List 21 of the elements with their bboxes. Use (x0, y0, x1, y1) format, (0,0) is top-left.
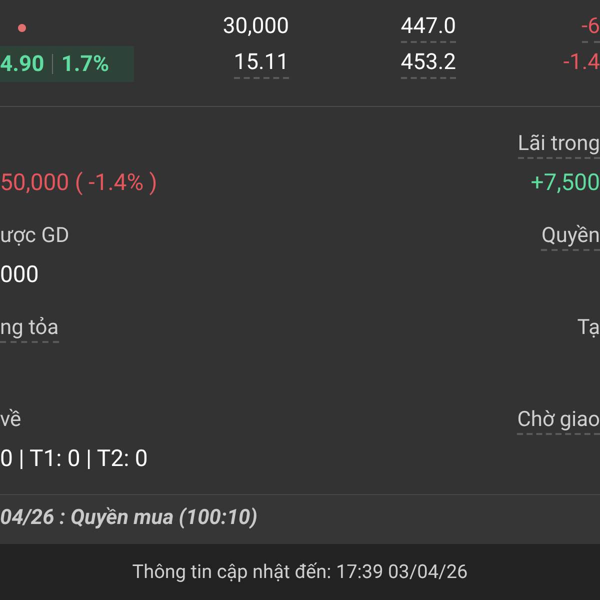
quote-value: 15.11 (234, 49, 289, 79)
quote-value: 447.0 (400, 13, 456, 43)
quote-value: -1.4 (563, 49, 600, 77)
price-change: 4.90 (0, 50, 44, 78)
field-value: 0 | T1: 0 | T2: 0 (0, 444, 148, 474)
field-label: ng tỏa (0, 314, 59, 343)
update-time-text: Thông tin cập nhật đến: 17:39 03/04/26 (132, 558, 468, 585)
field-label: Lãi trong (518, 130, 600, 159)
field-value: +7,500 (530, 168, 600, 198)
field-label: ược GD (0, 222, 70, 250)
quote-value: -6 (582, 13, 600, 43)
field-label: Tạ (577, 314, 600, 342)
field-value: 50,000 ( -1.4% ) (0, 168, 158, 198)
quote-value: 453.2 (400, 49, 456, 79)
quote-value: 30,000 (222, 13, 289, 41)
percent-change: 1.7% (61, 50, 110, 78)
field-label: về (0, 406, 22, 434)
field-value: 000 (0, 260, 39, 290)
field-label: Chờ giao (517, 406, 600, 435)
field-label: Quyền (541, 222, 600, 251)
corporate-event-text: 04/26 : Quyền mua (100:10) (0, 505, 258, 532)
